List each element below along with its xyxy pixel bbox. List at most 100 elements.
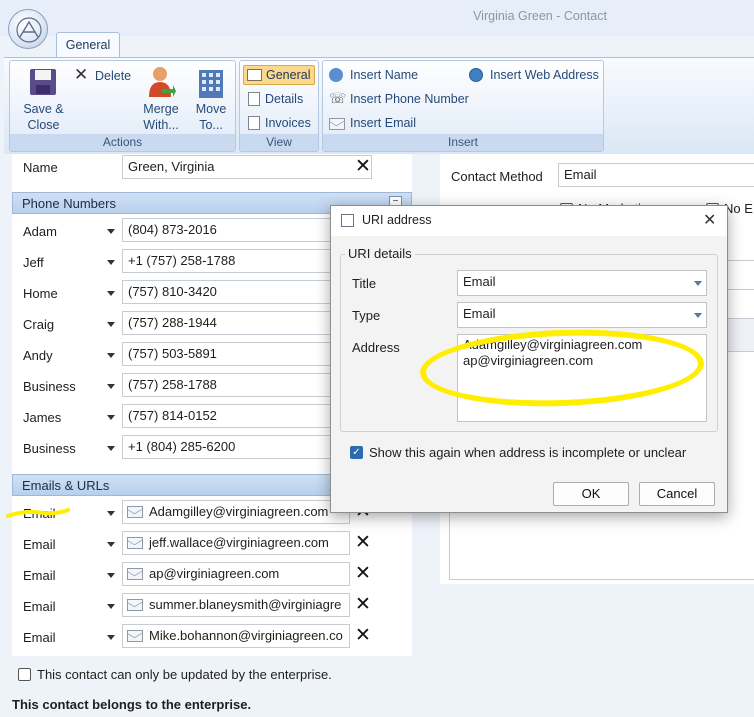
- title-select-value: Email: [463, 274, 496, 289]
- enterprise-note: This contact belongs to the enterprise.: [12, 697, 252, 712]
- ok-button[interactable]: OK: [553, 482, 629, 506]
- enterprise-only-checkbox[interactable]: [18, 668, 31, 681]
- insert-name-button[interactable]: Insert Name: [329, 67, 449, 87]
- email-label-dropdown-icon[interactable]: [107, 604, 117, 610]
- view-invoices-label: Invoices: [265, 116, 311, 130]
- merge-with-button[interactable]: Merge With...: [138, 63, 184, 135]
- merge-label-1: Merge: [143, 102, 179, 116]
- right-pane-field-1[interactable]: [726, 260, 754, 290]
- show-again-checkbox[interactable]: ✓: [350, 446, 363, 459]
- globe-icon: [469, 68, 483, 82]
- save-close-button[interactable]: Save & Close: [16, 63, 71, 135]
- actions-group: Save & Close ✕ Delete Merge With... Move…: [9, 60, 236, 152]
- merge-label-2: With...: [143, 118, 179, 132]
- type-field-label: Type: [352, 308, 381, 323]
- notes-area[interactable]: [449, 512, 754, 580]
- phone-label-dropdown-icon[interactable]: [107, 446, 117, 452]
- insert-phone-button[interactable]: ☏ Insert Phone Number: [329, 90, 479, 111]
- email-envelope-icon: [127, 599, 143, 611]
- view-group-title: View: [240, 134, 318, 151]
- uri-details-label: URI details: [345, 246, 415, 261]
- view-details-button[interactable]: Details: [243, 89, 315, 109]
- phone-row-label: Craig: [23, 317, 55, 332]
- insert-email-button[interactable]: Insert Email: [329, 115, 449, 135]
- phone-row-label: Home: [23, 286, 58, 301]
- clear-email-icon[interactable]: ✕: [352, 625, 374, 647]
- clear-name-icon[interactable]: ✕: [352, 156, 374, 178]
- email-envelope-icon: [329, 118, 345, 130]
- phone-label-dropdown-icon[interactable]: [107, 353, 117, 359]
- email-envelope-icon: [127, 537, 143, 549]
- view-general-label: General: [266, 68, 311, 82]
- show-again-label: Show this again when address is incomple…: [369, 445, 687, 460]
- email-row-label: Email: [23, 568, 56, 583]
- email-envelope-icon: [127, 506, 143, 518]
- view-general-button[interactable]: General: [243, 65, 315, 85]
- delete-x-icon: ✕: [74, 65, 89, 84]
- tab-general[interactable]: General: [56, 32, 120, 58]
- application-menu-button[interactable]: [8, 9, 48, 49]
- email-address-input[interactable]: ap@virginiagreen.com: [122, 562, 350, 586]
- clear-email-icon[interactable]: ✕: [352, 532, 374, 554]
- email-address-input[interactable]: summer.blaneysmith@virginiagre: [122, 593, 350, 617]
- clear-email-icon[interactable]: ✕: [352, 594, 374, 616]
- cancel-button[interactable]: Cancel: [639, 482, 715, 506]
- email-row-label: Email: [23, 537, 56, 552]
- insert-name-label: Insert Name: [350, 68, 419, 82]
- insert-phone-label: Insert Phone Number: [350, 92, 469, 106]
- phone-row-label: Business: [23, 441, 76, 456]
- name-input[interactable]: Green, Virginia: [122, 155, 372, 179]
- delete-button[interactable]: ✕ Delete: [74, 65, 134, 87]
- actions-group-title: Actions: [10, 134, 235, 151]
- email-address-input[interactable]: jeff.wallace@virginiagreen.com: [122, 531, 350, 555]
- contact-method-select[interactable]: Email: [558, 163, 754, 187]
- insert-web-address-button[interactable]: Insert Web Address: [469, 67, 601, 87]
- email-address-input[interactable]: Adamgilley@virginiagreen.com: [122, 500, 350, 524]
- view-invoices-button[interactable]: Invoices: [243, 113, 315, 133]
- dialog-app-icon: [341, 214, 354, 227]
- enterprise-only-label: This contact can only be updated by the …: [37, 667, 332, 682]
- phone-row-label: Jeff: [23, 255, 44, 270]
- building-icon: [199, 70, 223, 98]
- invoices-document-icon: [248, 116, 260, 130]
- title-field-label: Title: [352, 276, 377, 291]
- name-label: Name: [23, 160, 58, 175]
- phone-label-dropdown-icon[interactable]: [107, 415, 117, 421]
- phone-label-dropdown-icon[interactable]: [107, 260, 117, 266]
- email-row-label: Email: [23, 599, 56, 614]
- title-select[interactable]: Email: [457, 270, 707, 296]
- dialog-close-icon[interactable]: ✕: [703, 210, 716, 230]
- phone-row-label: Business: [23, 379, 76, 394]
- no-e-label: No E: [724, 201, 753, 216]
- move-to-button[interactable]: Move To...: [190, 63, 232, 135]
- title-dropdown-icon[interactable]: [694, 281, 702, 286]
- phone-label-dropdown-icon[interactable]: [107, 291, 117, 297]
- phone-label-dropdown-icon[interactable]: [107, 322, 117, 328]
- phone-row-label: Andy: [23, 348, 53, 363]
- email-label-dropdown-icon[interactable]: [107, 542, 117, 548]
- contact-method-label: Contact Method: [451, 169, 543, 184]
- email-label-dropdown-icon[interactable]: [107, 511, 117, 517]
- email-address-input[interactable]: Mike.bohannon@virginiagreen.co: [122, 624, 350, 648]
- ribbon: Save & Close ✕ Delete Merge With... Move…: [4, 57, 754, 154]
- email-envelope-icon: [127, 568, 143, 580]
- dialog-title-bar: URI address ✕: [331, 206, 727, 236]
- address-field-label: Address: [352, 340, 400, 355]
- emails-urls-title: Emails & URLs: [22, 478, 110, 493]
- save-close-label-1: Save &: [23, 102, 64, 116]
- clear-email-icon[interactable]: ✕: [352, 563, 374, 585]
- phone-row-label: Adam: [23, 224, 57, 239]
- type-dropdown-icon[interactable]: [694, 313, 702, 318]
- move-label-1: Move: [195, 102, 227, 116]
- phone-label-dropdown-icon[interactable]: [107, 384, 117, 390]
- email-label-dropdown-icon[interactable]: [107, 635, 117, 641]
- phone-numbers-title: Phone Numbers: [22, 196, 116, 211]
- view-details-label: Details: [265, 92, 304, 106]
- window-title: Virginia Green - Contact: [473, 9, 607, 23]
- email-label-dropdown-icon[interactable]: [107, 573, 117, 579]
- dialog-title: URI address: [362, 213, 432, 227]
- phone-label-dropdown-icon[interactable]: [107, 229, 117, 235]
- insert-web-label: Insert Web Address: [490, 68, 599, 82]
- phone-row-label: James: [23, 410, 62, 425]
- type-select[interactable]: Email: [457, 302, 707, 328]
